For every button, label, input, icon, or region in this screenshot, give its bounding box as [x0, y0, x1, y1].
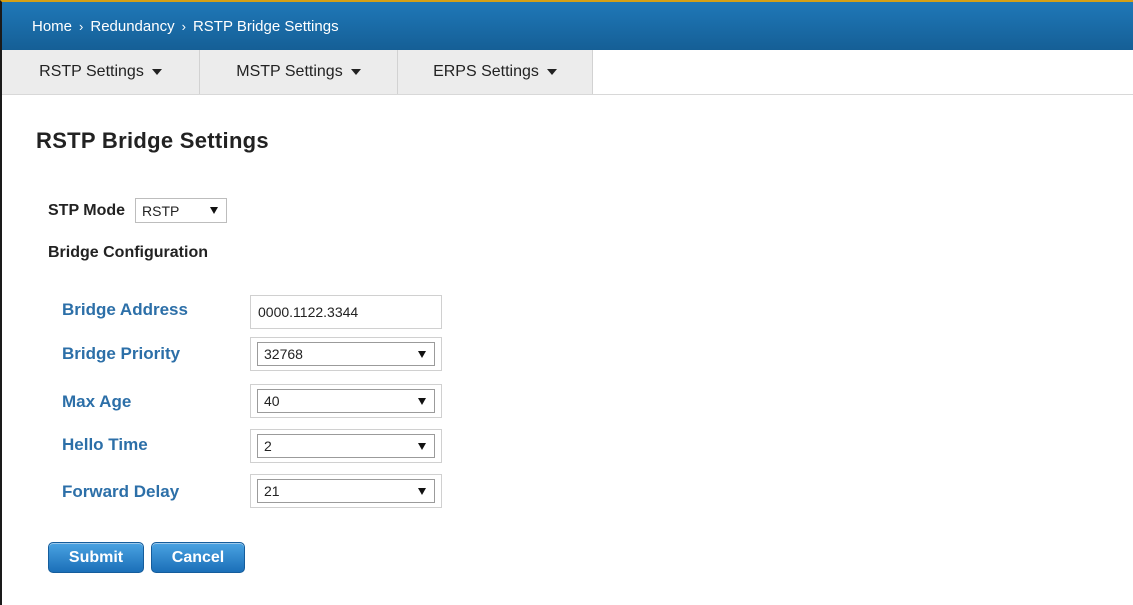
hello-time-label: Hello Time: [62, 435, 148, 454]
forward-delay-label: Forward Delay: [62, 482, 180, 501]
tab-rstp-settings[interactable]: RSTP Settings: [2, 50, 200, 94]
dropdown-arrow-icon: [210, 207, 219, 214]
caret-down-icon: [350, 69, 361, 75]
bridge-priority-label: Bridge Priority: [62, 344, 181, 363]
bridge-address-label: Bridge Address: [62, 300, 188, 319]
caret-down-icon: [151, 69, 162, 75]
caret-down-icon: [546, 69, 557, 75]
breadcrumb-separator: ›: [79, 18, 84, 34]
dropdown-arrow-icon: [418, 397, 426, 405]
submit-button[interactable]: Submit: [48, 542, 144, 573]
max-age-label: Max Age: [62, 392, 132, 411]
bridge-priority-select[interactable]: 32768: [257, 342, 435, 366]
dropdown-arrow-icon: [418, 442, 426, 450]
bridge-priority-wrapper: 32768: [250, 337, 442, 371]
tab-erps-settings[interactable]: ERPS Settings: [398, 50, 593, 94]
forward-delay-wrapper: 21: [250, 474, 442, 508]
breadcrumb-current: RSTP Bridge Settings: [192, 17, 339, 35]
max-age-value: 40: [264, 393, 280, 409]
stp-mode-value: RSTP: [142, 202, 180, 219]
tab-label: RSTP Settings: [39, 63, 144, 80]
bridge-configuration-title: Bridge Configuration: [48, 244, 208, 261]
tab-label: MSTP Settings: [236, 63, 343, 80]
tab-bar: RSTP Settings MSTP Settings ERPS Setting…: [2, 50, 1133, 95]
hello-time-value: 2: [264, 438, 272, 454]
max-age-wrapper: 40: [250, 384, 442, 418]
max-age-select[interactable]: 40: [257, 389, 435, 413]
breadcrumb-home[interactable]: Home: [32, 18, 72, 35]
stp-mode-row: STP Mode RSTP: [48, 198, 228, 223]
dropdown-arrow-icon: [418, 487, 426, 495]
cancel-button[interactable]: Cancel: [151, 542, 245, 573]
forward-delay-value: 21: [264, 483, 280, 499]
bridge-priority-value: 32768: [264, 346, 303, 362]
hello-time-wrapper: 2: [250, 429, 442, 463]
bridge-address-field[interactable]: 0000.1122.3344: [250, 295, 442, 329]
dropdown-arrow-icon: [418, 350, 426, 358]
forward-delay-select[interactable]: 21: [257, 479, 435, 503]
stp-mode-label: STP Mode: [48, 201, 126, 219]
tab-mstp-settings[interactable]: MSTP Settings: [200, 50, 398, 94]
tab-label: ERPS Settings: [433, 63, 539, 80]
stp-mode-select[interactable]: RSTP: [135, 198, 228, 223]
breadcrumb-separator: ›: [181, 18, 186, 34]
breadcrumb: Home › Redundancy › RSTP Bridge Settings: [2, 2, 1133, 50]
hello-time-select[interactable]: 2: [257, 434, 435, 458]
page-title: RSTP Bridge Settings: [36, 128, 269, 153]
breadcrumb-redundancy[interactable]: Redundancy: [90, 18, 174, 35]
